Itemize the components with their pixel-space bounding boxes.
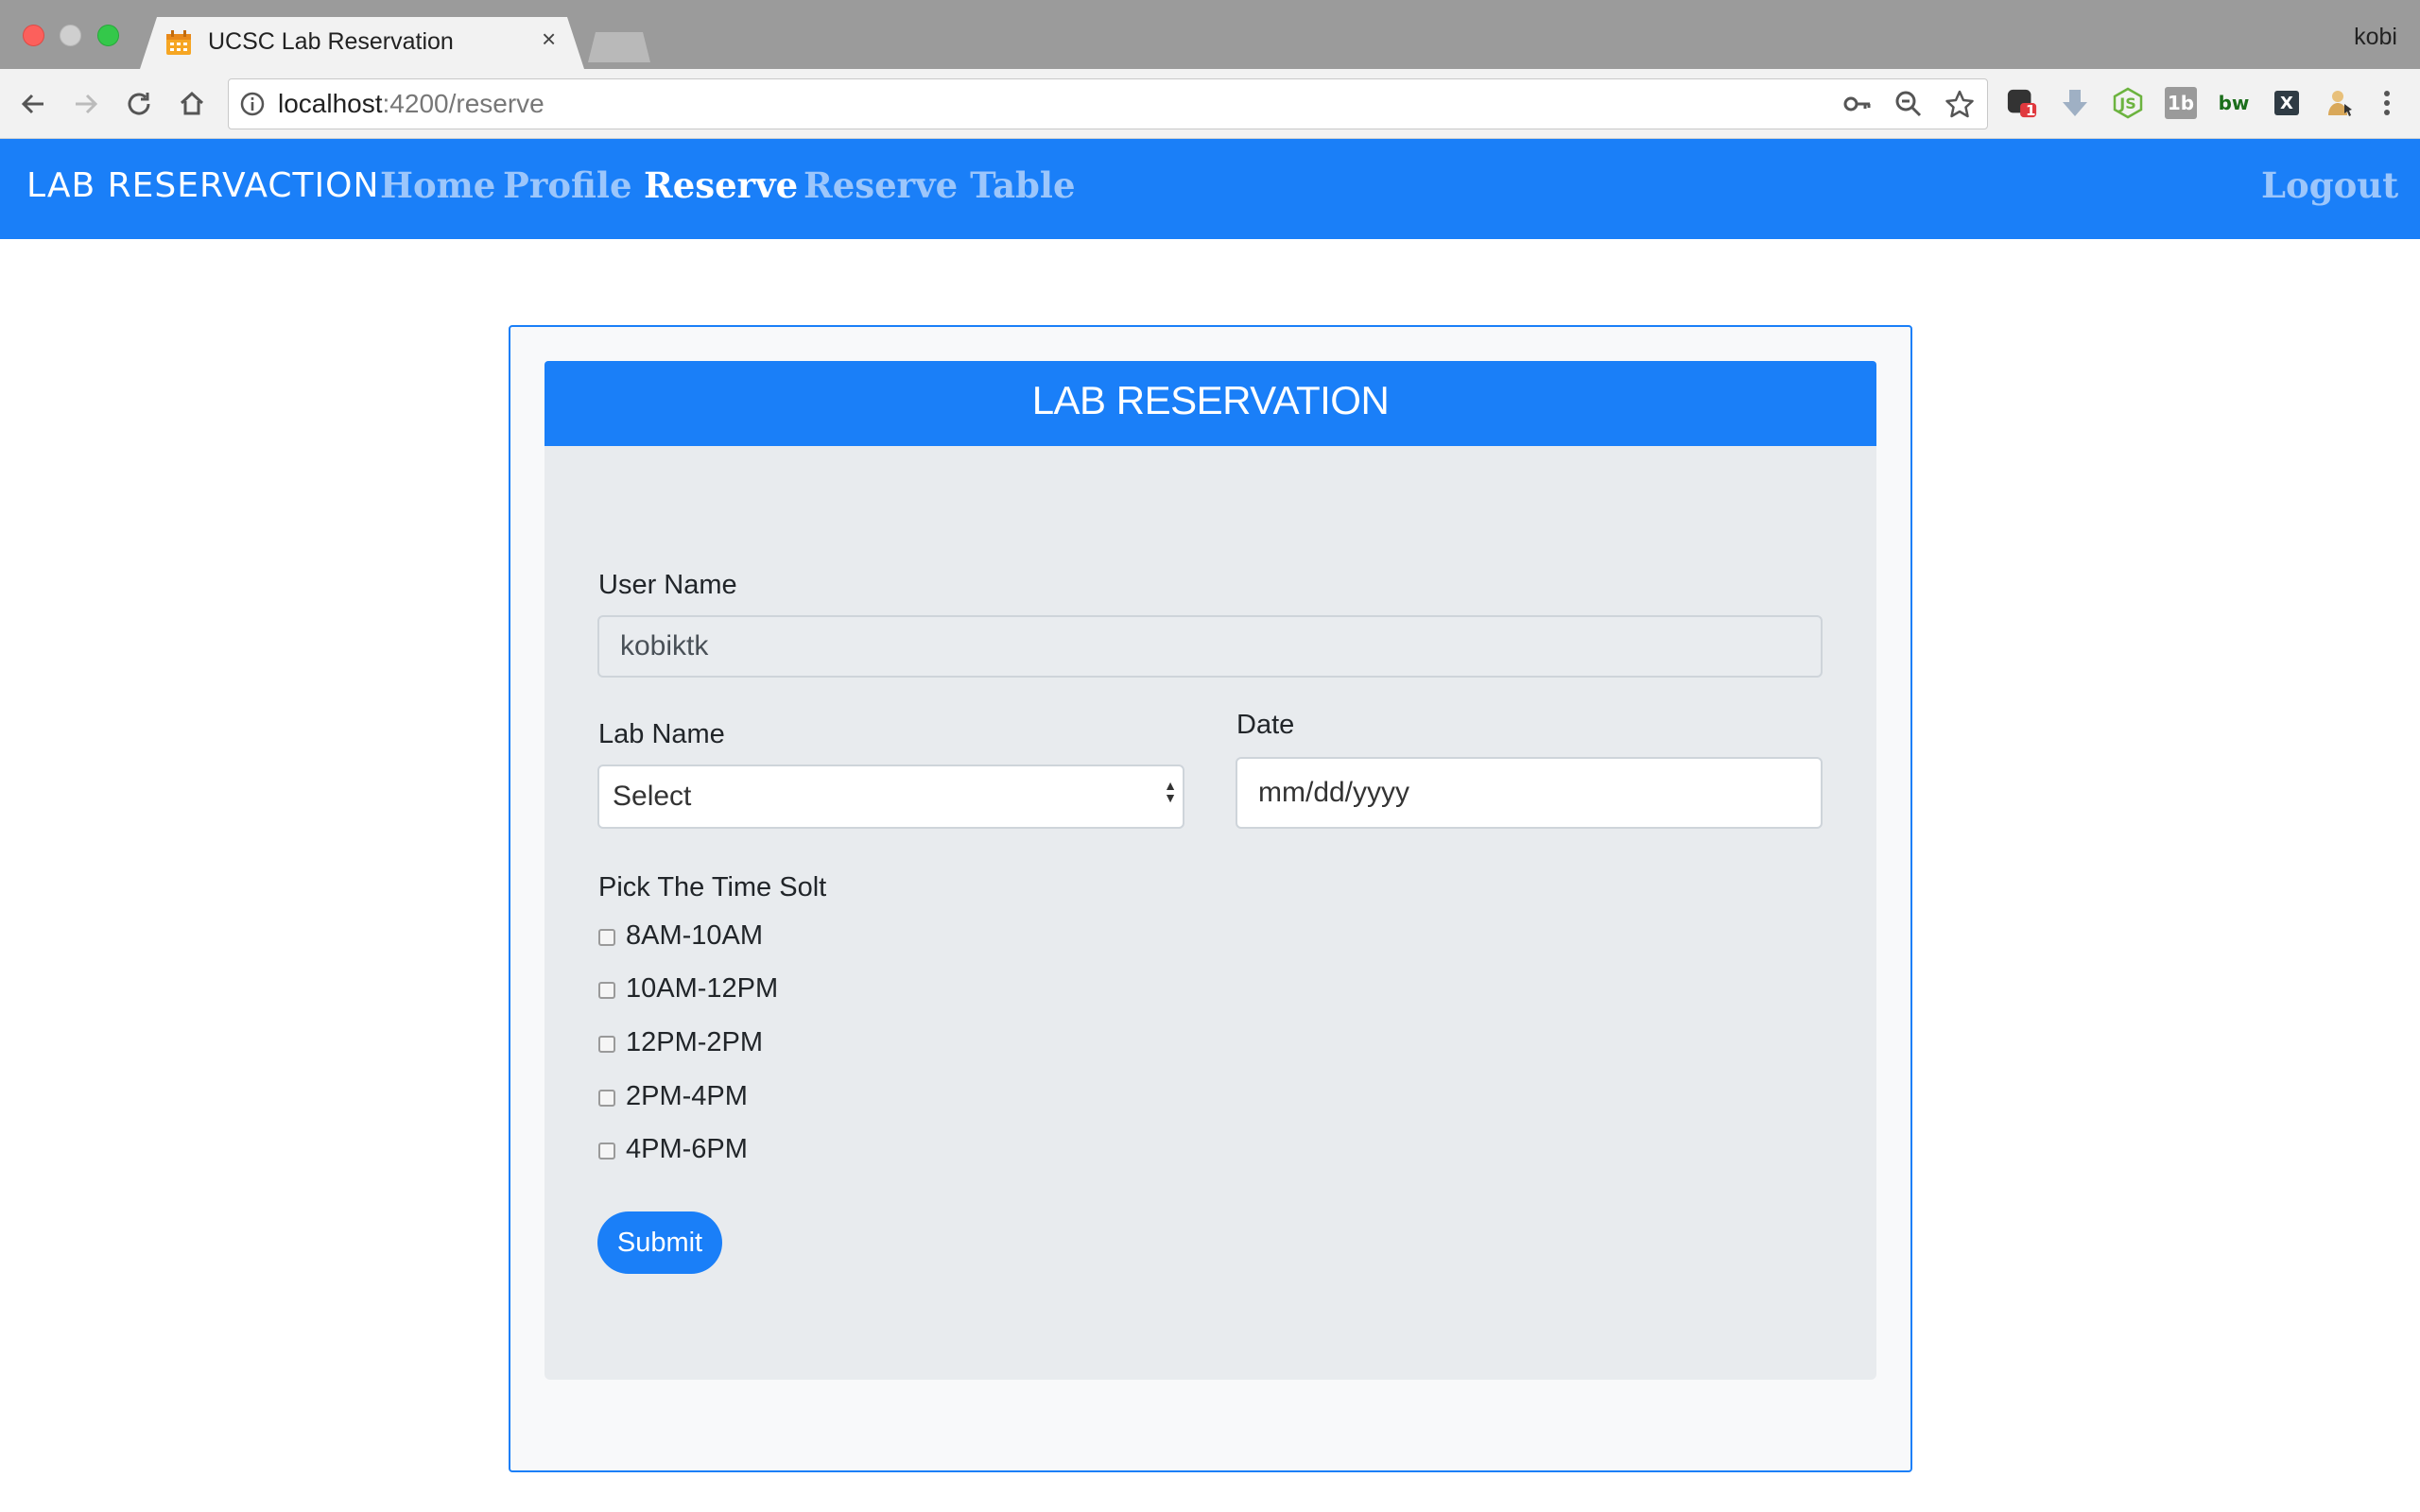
zoom-icon[interactable] [1893,88,1925,120]
date-label: Date [1236,710,1295,740]
extension-badge: 1 [2026,102,2036,119]
date-placeholder: mm/dd/yyyy [1258,777,1410,808]
url-host: localhost [278,89,383,118]
download-arrow-icon[interactable] [2059,87,2091,119]
username-value: kobiktk [620,630,709,662]
menu-kebab-icon[interactable] [2371,87,2403,119]
nodejs-extension-icon[interactable]: JS [2112,87,2144,119]
zoom-window-button[interactable] [97,25,119,46]
labname-selected-value: Select [613,781,692,812]
bw-extension-icon[interactable]: bw [2218,87,2250,119]
select-arrows-icon: ▲ ▼ [1164,778,1177,805]
tab-close-icon[interactable]: × [542,26,556,51]
timeslot-label: Pick The Time Solt [598,872,827,902]
card-body [544,446,1876,1380]
timeslot-option-label: 4PM-6PM [626,1134,748,1164]
timeslot-option-label: 10AM-12PM [626,973,779,1004]
bookmark-star-icon[interactable] [1944,88,1976,120]
labname-label: Lab Name [598,719,725,749]
forward-arrow-icon[interactable] [68,86,104,122]
username-field[interactable]: kobiktk [597,615,1823,678]
bw-extension-label: bw [2218,92,2250,114]
nav-link-reserve-table[interactable]: Reserve Table [804,164,1076,206]
x-extension-icon[interactable]: X [2271,87,2303,119]
timeslot-checkbox[interactable] [598,982,615,999]
logout-link[interactable]: Logout [2261,164,2398,206]
nav-link-reserve[interactable]: Reserve [644,164,798,206]
timeslot-checkbox[interactable] [598,1036,615,1053]
labname-select[interactable]: Select ▲ ▼ [597,765,1184,829]
url-path: :4200/reserve [382,89,544,118]
timeslot-checkbox[interactable] [598,1143,615,1160]
profile-name[interactable]: kobi [2354,24,2397,51]
username-label: User Name [598,570,737,600]
url-text[interactable]: localhost:4200/reserve [278,89,544,119]
onetab-extension-icon[interactable]: 1b [2165,87,2197,119]
timeslot-option-label: 12PM-2PM [626,1027,764,1057]
brand-logo[interactable]: LAB RESERVACTION [26,166,379,205]
close-window-button[interactable] [23,25,44,46]
submit-button[interactable]: Submit [597,1211,722,1274]
pocket-extension-icon[interactable]: 1 [2006,87,2038,119]
info-icon[interactable] [239,91,266,117]
x-extension-label: X [2274,91,2299,115]
nav-link-home[interactable]: Home [380,164,495,206]
reload-icon[interactable] [121,86,157,122]
nodejs-extension-label: JS [2119,94,2136,112]
timeslot-option-label: 8AM-10AM [626,920,764,951]
date-field[interactable]: mm/dd/yyyy [1236,757,1823,829]
calendar-icon [166,30,191,55]
card-title: LAB RESERVATION [1031,378,1390,422]
timeslot-checkbox[interactable] [598,1090,615,1107]
nav-link-profile[interactable]: Profile [503,164,632,206]
timeslot-option-label: 2PM-4PM [626,1081,748,1111]
back-arrow-icon[interactable] [15,86,51,122]
onetab-extension-label: 1b [2167,92,2195,114]
timeslot-checkbox[interactable] [598,929,615,946]
minimize-window-button[interactable] [60,25,81,46]
new-tab-button[interactable] [588,32,650,62]
profile-person-icon[interactable] [2324,87,2356,119]
home-icon[interactable] [174,86,210,122]
key-icon[interactable] [1841,88,1874,120]
tab-title: UCSC Lab Reservation [208,28,454,55]
